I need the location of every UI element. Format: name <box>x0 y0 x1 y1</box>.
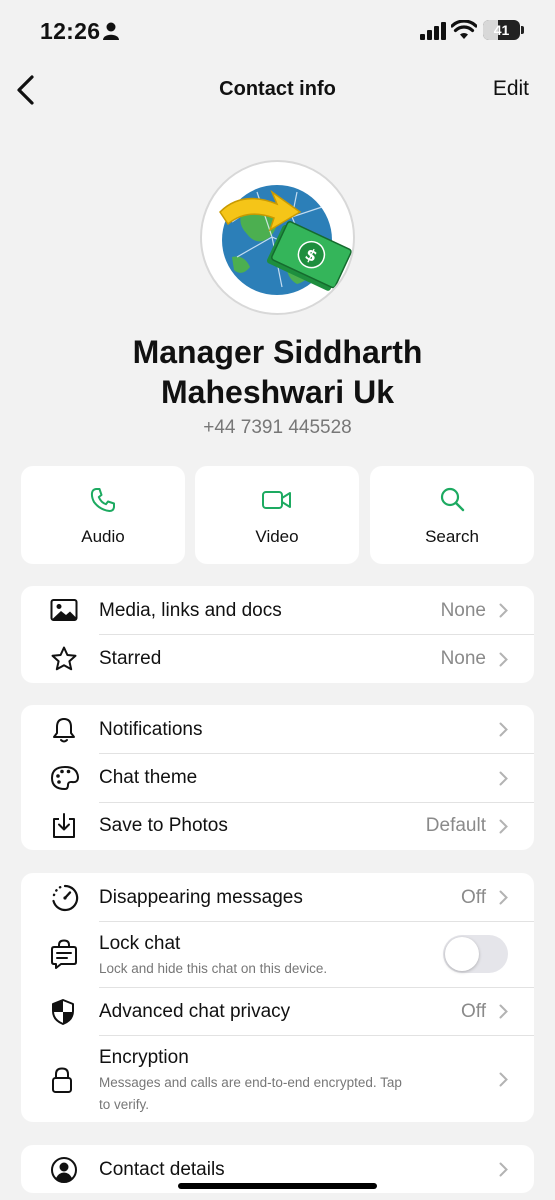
lock-chat-toggle[interactable] <box>443 935 508 973</box>
status-bar: 12:26 41 <box>0 0 555 62</box>
home-indicator[interactable] <box>178 1183 377 1189</box>
audio-label: Audio <box>81 527 125 546</box>
contact-name-line1: Manager Siddharth <box>132 334 423 370</box>
chevron-right-icon <box>499 603 508 618</box>
encryption-row[interactable]: Encryption Messages and calls are end-to… <box>21 1036 534 1122</box>
advanced-chat-privacy-value: Off <box>461 1001 486 1022</box>
battery-percent: 41 <box>493 22 510 38</box>
image-icon <box>50 599 78 621</box>
notifications-row[interactable]: Notifications <box>21 705 534 753</box>
disappearing-messages-label: Disappearing messages <box>99 887 303 908</box>
media-group: Media, links and docs None Starred None <box>21 586 534 683</box>
bell-icon <box>53 718 75 743</box>
contact-phone[interactable]: +44 7391 445528 <box>0 417 555 439</box>
chevron-right-icon <box>499 819 508 834</box>
media-value: None <box>440 600 486 621</box>
chevron-right-icon <box>499 1072 508 1087</box>
lock-chat-label: Lock chat <box>99 933 181 954</box>
video-icon <box>262 491 291 509</box>
audio-call-button[interactable]: Audio <box>21 466 185 564</box>
edit-button[interactable]: Edit <box>493 77 529 101</box>
chevron-right-icon <box>499 1162 508 1177</box>
lock-icon <box>52 1067 72 1093</box>
chat-theme-label: Chat theme <box>99 767 198 788</box>
person-icon <box>103 22 119 40</box>
phone-icon <box>90 488 115 512</box>
starred-label: Starred <box>99 648 162 669</box>
battery-icon: 41 <box>483 20 520 40</box>
search-label: Search <box>425 527 479 546</box>
battery-cap <box>521 26 524 34</box>
media-label: Media, links and docs <box>99 600 282 621</box>
disappearing-messages-value: Off <box>461 887 486 908</box>
chat-theme-row[interactable]: Chat theme <box>21 754 534 802</box>
chevron-right-icon <box>499 890 508 905</box>
person-circle-icon <box>51 1157 77 1183</box>
save-to-photos-value: Default <box>425 815 486 836</box>
chevron-right-icon <box>499 771 508 786</box>
encryption-description-line1: Messages and calls are end-to-end encryp… <box>99 1075 402 1090</box>
lock-chat-description: Lock and hide this chat on this device. <box>99 961 328 976</box>
video-label: Video <box>255 527 299 546</box>
page-title: Contact info <box>219 78 336 100</box>
advanced-chat-privacy-row[interactable]: Advanced chat privacy Off <box>21 988 534 1035</box>
search-icon <box>440 487 465 512</box>
contact-name: Manager Siddharth Maheshwari Uk <box>0 332 555 412</box>
starred-row[interactable]: Starred None <box>21 635 534 683</box>
contact-details-label: Contact details <box>99 1159 225 1180</box>
encryption-label: Encryption <box>99 1047 189 1068</box>
status-time: 12:26 <box>40 18 101 44</box>
avatar[interactable]: $ <box>200 160 355 315</box>
save-to-photos-row[interactable]: Save to Photos Default <box>21 803 534 850</box>
palette-icon <box>50 765 80 791</box>
star-icon <box>51 646 77 671</box>
lock-chat-row: Lock chat Lock and hide this chat on thi… <box>21 922 534 987</box>
video-call-button[interactable]: Video <box>195 466 359 564</box>
chevron-right-icon <box>499 652 508 667</box>
signal-icon <box>420 22 446 40</box>
timer-icon <box>52 884 79 912</box>
advanced-chat-privacy-label: Advanced chat privacy <box>99 1001 291 1022</box>
globe-money-logo: $ <box>219 185 352 295</box>
lock-chat-icon <box>51 939 77 969</box>
download-icon <box>53 813 75 838</box>
settings-group: Notifications Chat theme Save to Photos … <box>21 705 534 850</box>
save-to-photos-label: Save to Photos <box>99 815 228 836</box>
notifications-label: Notifications <box>99 719 203 740</box>
disappearing-messages-row[interactable]: Disappearing messages Off <box>21 873 534 921</box>
shield-icon <box>52 999 74 1025</box>
starred-value: None <box>440 648 486 669</box>
contact-name-line2: Maheshwari Uk <box>161 374 394 410</box>
search-button[interactable]: Search <box>370 466 534 564</box>
chevron-right-icon <box>499 1004 508 1019</box>
chevron-right-icon <box>499 722 508 737</box>
wifi-icon <box>451 20 477 39</box>
privacy-group: Disappearing messages Off Lock chat Lock… <box>21 873 534 1122</box>
encryption-description-line2: to verify. <box>99 1097 150 1112</box>
media-links-docs-row[interactable]: Media, links and docs None <box>21 586 534 634</box>
toggle-knob <box>445 937 479 971</box>
